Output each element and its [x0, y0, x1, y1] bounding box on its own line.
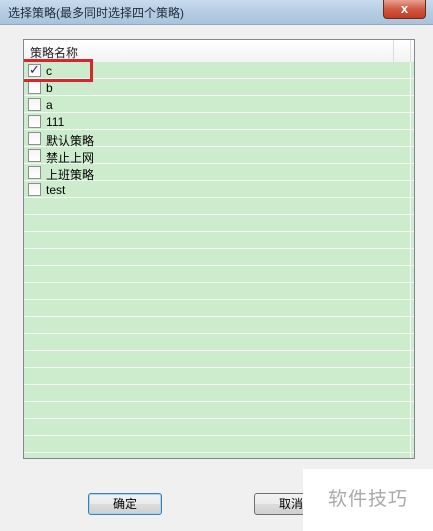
list-item[interactable]: a [24, 96, 394, 113]
strategy-list[interactable]: 策略名称 c b a 111 默认策略 [23, 39, 415, 459]
list-item[interactable]: test [24, 181, 394, 198]
list-item[interactable]: 111 [24, 113, 394, 130]
list-item[interactable]: 禁止上网 [24, 147, 394, 165]
list-item[interactable]: 默认策略 [24, 130, 394, 148]
title-bar: 选择策略(最多同时选择四个策略) x [0, 0, 433, 25]
list-body: c b a 111 默认策略 禁止上网 [24, 59, 414, 458]
highlight-box [24, 59, 93, 82]
checkbox[interactable] [28, 183, 41, 196]
grid-line [410, 62, 411, 458]
checkbox[interactable] [28, 98, 41, 111]
close-icon: x [400, 1, 409, 16]
ok-button[interactable]: 确定 [88, 493, 162, 515]
list-item[interactable]: 上班策略 [24, 164, 394, 182]
checkbox[interactable] [28, 115, 41, 128]
checkbox[interactable] [28, 81, 41, 94]
dialog-body: 策略名称 c b a 111 默认策略 [0, 25, 433, 531]
checkbox[interactable] [28, 149, 41, 162]
list-item-label: a [46, 98, 53, 112]
checkbox[interactable] [28, 166, 41, 179]
window-title: 选择策略(最多同时选择四个策略) [8, 6, 184, 20]
column-separator [410, 40, 411, 62]
close-button[interactable]: x [383, 0, 426, 19]
checkbox[interactable] [28, 132, 41, 145]
list-item-label: b [46, 81, 53, 95]
list-item-label: 111 [46, 115, 65, 129]
watermark-text: 软件技巧 [303, 469, 433, 531]
list-item-label: test [46, 183, 66, 197]
